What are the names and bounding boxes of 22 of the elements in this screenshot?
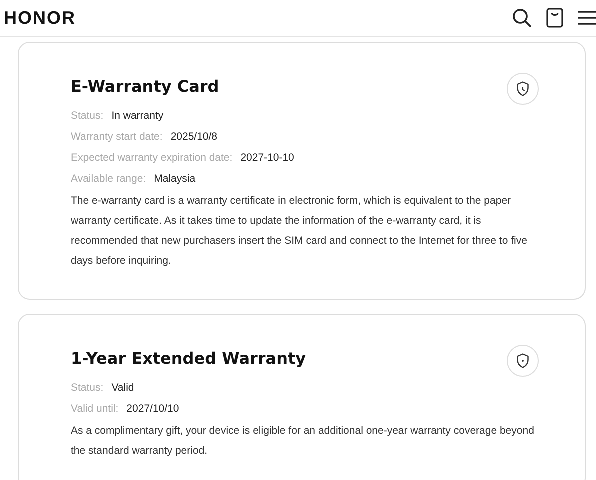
field-value: Malaysia <box>154 172 196 187</box>
card-description: As a complimentary gift, your device is eligible for an additional one-year warranty coverage beyond the standard warranty period. <box>71 424 536 459</box>
shopping-bag-icon[interactable] <box>546 7 564 29</box>
card-description: The e-warranty card is a warranty certificate in electronic form, which is equivalent to the paper warranty certificate. As it takes time to update the information of the e-warranty card, it is recommended that new purchasers insert the SIM card and connect to the Internet for three to five days before inquiring. <box>71 194 528 269</box>
card-title: 1-Year Extended Warranty <box>71 349 306 368</box>
shield-icon <box>514 352 532 370</box>
shield-icon <box>514 80 532 98</box>
menu-icon[interactable] <box>578 10 596 26</box>
search-icon[interactable] <box>512 8 532 28</box>
card-title: E-Warranty Card <box>71 77 220 96</box>
brand-logo[interactable]: HONOR <box>4 8 76 28</box>
field-label: Status: <box>71 109 104 124</box>
field-label: Valid until: <box>71 402 119 417</box>
field-value: 2027-10-10 <box>240 151 294 166</box>
field-label: Status: <box>71 381 104 396</box>
field-value: 2027/10/10 <box>126 402 180 417</box>
field-value: 2025/10/8 <box>170 130 218 145</box>
field-value: In warranty <box>112 109 164 124</box>
field-label: Available range: <box>71 172 146 187</box>
field-value: Valid <box>112 381 134 396</box>
field-label: Expected warranty expiration date: <box>71 151 233 166</box>
field-label: Warranty start date: <box>71 130 163 145</box>
